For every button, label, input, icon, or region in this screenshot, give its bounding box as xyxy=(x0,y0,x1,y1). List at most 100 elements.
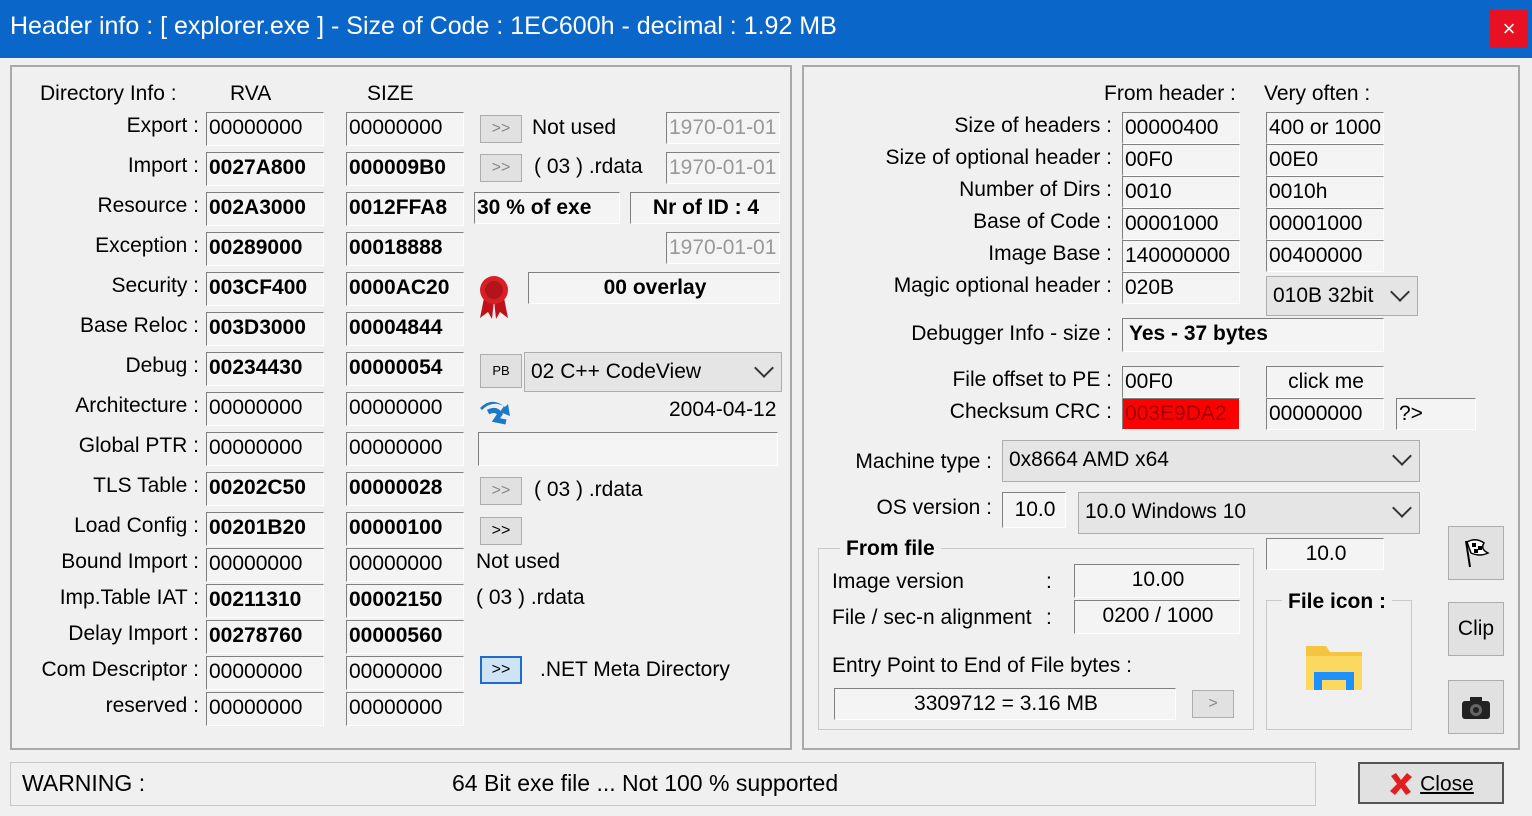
pe-offset-label: File offset to PE : xyxy=(952,368,1112,391)
debugger-value: Yes - 37 bytes xyxy=(1122,318,1384,352)
import-goto-button[interactable]: >> xyxy=(480,154,522,182)
checksum-extra[interactable]: ?> xyxy=(1396,398,1476,430)
close-button[interactable]: Close xyxy=(1358,762,1504,804)
debug-pb-button[interactable]: PB xyxy=(480,354,522,388)
debug-type-select[interactable]: 02 C++ CodeView xyxy=(524,352,782,392)
directory-row-size: 00004844 xyxy=(346,312,464,346)
import-date: 1970-01-01 xyxy=(666,152,780,184)
net-meta-button[interactable]: >> xyxy=(480,656,522,684)
checkered-flag-icon xyxy=(1465,539,1490,568)
directory-row-size: 00000000 xyxy=(346,432,464,466)
magic-value: 020B xyxy=(1122,272,1240,304)
camera-button[interactable] xyxy=(1448,680,1504,734)
directory-row-rva: 00289000 xyxy=(206,232,324,266)
directory-row-size: 000009B0 xyxy=(346,152,464,186)
directory-row-label: Com Descriptor : xyxy=(41,658,199,681)
directory-row-rva: 00202C50 xyxy=(206,472,324,506)
checksum-label: Checksum CRC : xyxy=(949,400,1112,423)
export-goto-button[interactable]: >> xyxy=(480,115,522,143)
exception-date: 1970-01-01 xyxy=(666,232,780,264)
directory-row-label: Import : xyxy=(127,154,199,177)
os-version-select[interactable]: 10.0 Windows 10 xyxy=(1078,492,1420,534)
folder-icon xyxy=(1306,646,1362,690)
directory-row-label: Architecture : xyxy=(75,394,199,417)
entry-point-label: Entry Point to End of File bytes : xyxy=(832,654,1132,677)
bound-import-note: Not used xyxy=(476,550,561,573)
directory-row-size: 00000000 xyxy=(346,548,464,582)
iat-note: ( 03 ) .rdata xyxy=(476,586,585,609)
directory-row-size: 00000100 xyxy=(346,512,464,546)
from-header-label: From header : xyxy=(1104,82,1236,105)
rva-header: RVA xyxy=(230,82,272,105)
red-x-icon xyxy=(1390,773,1413,796)
entry-point-button[interactable]: > xyxy=(1192,690,1234,718)
checksum-often: 00000000 xyxy=(1266,398,1384,430)
directory-row-size: 00000028 xyxy=(346,472,464,506)
window-title: Header info : [ explorer.exe ] - Size of… xyxy=(10,12,837,40)
directory-row-rva: 00000000 xyxy=(206,692,324,726)
security-overlay: 00 overlay xyxy=(528,272,780,304)
resource-id-count: Nr of ID : 4 xyxy=(630,192,780,224)
debugger-label: Debugger Info - size : xyxy=(911,322,1112,345)
flag-button[interactable] xyxy=(1448,526,1504,580)
os-version-extra: 10.0 xyxy=(1266,538,1384,570)
directory-row-size: 00000560 xyxy=(346,620,464,654)
header-row-label: Base of Code : xyxy=(973,210,1112,233)
header-row-often: 00400000 xyxy=(1266,240,1384,272)
directory-row-size: 0012FFA8 xyxy=(346,192,464,226)
machine-type-label: Machine type : xyxy=(855,450,992,473)
os-version-label: OS version : xyxy=(876,496,992,519)
directory-row-label: Resource : xyxy=(97,194,199,217)
tls-goto-button[interactable]: >> xyxy=(480,477,522,505)
export-date: 1970-01-01 xyxy=(666,112,780,144)
directory-row-label: Exception : xyxy=(95,234,199,257)
machine-type-select[interactable]: 0x8664 AMD x64 xyxy=(1002,440,1420,482)
warning-label: WARNING : xyxy=(22,770,146,796)
directory-row-label: Export : xyxy=(126,114,199,137)
header-row-value: 140000000 xyxy=(1122,240,1240,272)
click-me-field[interactable]: click me xyxy=(1266,366,1384,398)
tls-note: ( 03 ) .rdata xyxy=(534,478,643,501)
directory-row-size: 0000AC20 xyxy=(346,272,464,306)
load-config-goto-button[interactable]: >> xyxy=(480,517,522,545)
directory-row-label: reserved : xyxy=(105,694,199,717)
directory-row-size: 00000000 xyxy=(346,692,464,726)
certificate-seal-icon xyxy=(480,276,508,319)
directory-row-label: Load Config : xyxy=(74,514,199,537)
header-row-label: Number of Dirs : xyxy=(959,178,1112,201)
directory-row-rva: 00211310 xyxy=(206,584,324,618)
directory-row-label: Imp.Table IAT : xyxy=(59,586,199,609)
image-version-value: 10.00 xyxy=(1074,564,1240,598)
header-row-label: Image Base : xyxy=(988,242,1112,265)
directory-row-rva: 003CF400 xyxy=(206,272,324,306)
directory-row-rva: 003D3000 xyxy=(206,312,324,346)
net-meta-label: .NET Meta Directory xyxy=(540,658,730,681)
debug-type-value: 02 C++ CodeView xyxy=(531,360,702,383)
directory-info-header: Directory Info : xyxy=(40,82,177,105)
architecture-date: 2004-04-12 xyxy=(669,398,777,421)
header-row-value: 0010 xyxy=(1122,176,1240,208)
directory-row-rva: 00000000 xyxy=(206,548,324,582)
directory-row-label: Debug : xyxy=(125,354,199,377)
warning-text: 64 Bit exe file ... Not 100 % supported xyxy=(452,770,839,796)
directory-row-label: Global PTR : xyxy=(78,434,199,457)
alignment-label: File / sec-n alignment xyxy=(832,606,1032,629)
header-row-label: Size of optional header : xyxy=(885,146,1113,169)
directory-row-rva: 00278760 xyxy=(206,620,324,654)
chevron-down-icon xyxy=(1392,498,1412,518)
directory-row-rva: 00000000 xyxy=(206,392,324,426)
directory-row-size: 00000000 xyxy=(346,392,464,426)
magic-select[interactable]: 010B 32bit xyxy=(1266,276,1418,316)
directory-row-rva: 0027A800 xyxy=(206,152,324,186)
os-version-select-value: 10.0 Windows 10 xyxy=(1085,500,1247,523)
header-row-value: 00001000 xyxy=(1122,208,1240,240)
entry-point-value: 3309712 = 3.16 MB xyxy=(834,688,1176,720)
import-note: ( 03 ) .rdata xyxy=(534,155,643,178)
chevron-down-icon xyxy=(754,358,774,378)
directory-row-size: 00002150 xyxy=(346,584,464,618)
header-row-label: Size of headers : xyxy=(954,114,1112,137)
window-close-button[interactable]: × xyxy=(1490,10,1528,48)
clip-button[interactable]: Clip xyxy=(1448,602,1504,656)
directory-row-size: 00018888 xyxy=(346,232,464,266)
pe-offset-value: 00F0 xyxy=(1122,366,1240,398)
